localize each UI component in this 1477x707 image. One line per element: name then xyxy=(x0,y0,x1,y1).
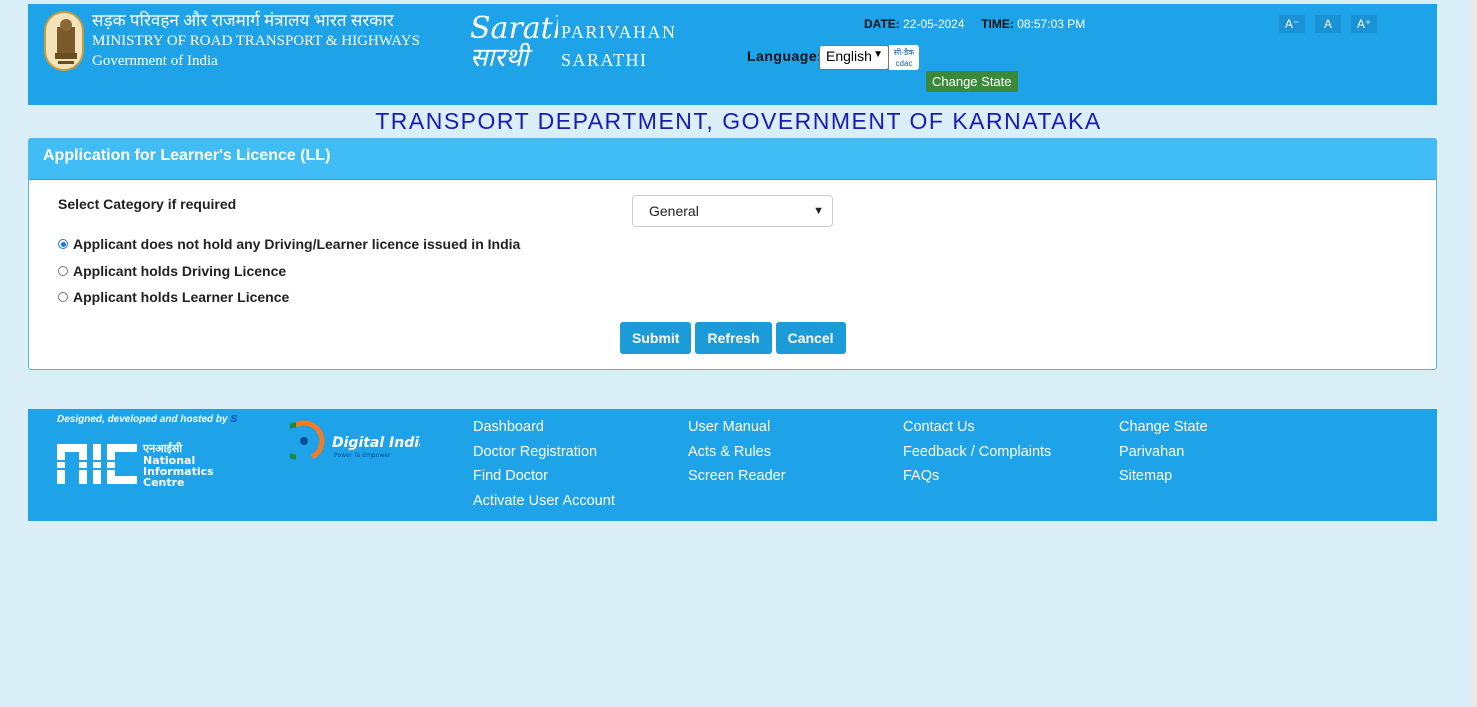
site-header: सड़क परिवहन और राजमार्ग मंत्रालय भारत सर… xyxy=(28,4,1437,105)
chevron-down-icon: ▼ xyxy=(873,49,883,60)
form-actions: Submit Refresh Cancel xyxy=(620,322,846,354)
radio-label: Applicant holds Learner Licence xyxy=(73,289,290,305)
category-label: Select Category if required xyxy=(58,196,237,212)
radio-button-checked[interactable] xyxy=(58,239,68,249)
site-footer: Designed, developed and hosted by S एनआई… xyxy=(28,409,1437,521)
footer-links-col-1: Dashboard Doctor Registration Find Docto… xyxy=(473,415,615,513)
radio-label: Applicant does not hold any Driving/Lear… xyxy=(73,236,521,252)
svg-text:Power To Empower: Power To Empower xyxy=(334,452,391,459)
time-value: 08:57:03 PM xyxy=(1017,17,1086,31)
footer-link-screen-reader[interactable]: Screen Reader xyxy=(688,464,786,489)
radio-label: Applicant holds Driving Licence xyxy=(73,263,287,279)
radio-option-driving-licence[interactable]: Applicant holds Driving Licence xyxy=(58,263,286,279)
brand-line-sarathi: SARATHI xyxy=(561,50,648,70)
date-time: DATE: 22-05-2024 TIME: 08:57:03 PM xyxy=(864,17,1085,31)
language-select[interactable]: English ▼ xyxy=(819,45,889,70)
ministry-hindi: सड़क परिवहन और राजमार्ग मंत्रालय भारत सर… xyxy=(92,11,394,30)
language-value: English xyxy=(826,48,872,64)
font-size-controls: A⁻ A A⁺ xyxy=(1279,15,1377,33)
panel-title: Application for Learner's Licence (LL) xyxy=(29,139,1436,180)
cdac-logo: सी-डैक cdac xyxy=(889,45,919,70)
brand-name: PARIVAHAN SARATHI xyxy=(561,18,677,74)
chevron-down-icon: ▼ xyxy=(813,205,824,217)
footer-link-acts-rules[interactable]: Acts & Rules xyxy=(688,440,786,465)
cancel-button[interactable]: Cancel xyxy=(775,322,846,354)
footer-links-col-3: Contact Us Feedback / Complaints FAQs xyxy=(903,415,1051,489)
radio-option-no-licence[interactable]: Applicant does not hold any Driving/Lear… xyxy=(58,236,520,252)
footer-link-user-manual[interactable]: User Manual xyxy=(688,415,786,440)
svg-text:Centre: Centre xyxy=(143,476,185,488)
ministry-english: MINISTRY OF ROAD TRANSPORT & HIGHWAYS xyxy=(92,33,420,49)
footer-link-find-doctor[interactable]: Find Doctor xyxy=(473,464,615,489)
footer-link-faqs[interactable]: FAQs xyxy=(903,464,1051,489)
svg-text:एनआईसी: एनआईसी xyxy=(142,441,183,455)
national-emblem-logo xyxy=(44,11,84,71)
footer-link-feedback[interactable]: Feedback / Complaints xyxy=(903,440,1051,465)
footer-links-col-4: Change State Parivahan Sitemap xyxy=(1119,415,1208,489)
font-increase-button[interactable]: A⁺ xyxy=(1351,15,1377,33)
svg-text:Digital India: Digital India xyxy=(332,435,420,451)
footer-link-parivahan[interactable]: Parivahan xyxy=(1119,440,1208,465)
vertical-scrollbar[interactable] xyxy=(1471,0,1477,707)
nic-logo: एनआईसी National Informatics Centre xyxy=(57,440,232,489)
submit-button[interactable]: Submit xyxy=(620,322,692,354)
footer-link-dashboard[interactable]: Dashboard xyxy=(473,415,615,440)
government-name: Government of India xyxy=(92,53,218,69)
radio-option-learner-licence[interactable]: Applicant holds Learner Licence xyxy=(58,289,289,305)
footer-links-col-2: User Manual Acts & Rules Screen Reader xyxy=(688,415,786,489)
language-label: Language: xyxy=(747,48,823,64)
category-select[interactable]: General ▼ xyxy=(632,195,833,227)
font-normal-button[interactable]: A xyxy=(1315,15,1341,33)
date-label: DATE: xyxy=(864,17,900,31)
radio-button[interactable] xyxy=(58,266,68,276)
footer-link-change-state[interactable]: Change State xyxy=(1119,415,1208,440)
radio-button[interactable] xyxy=(58,292,68,302)
department-title: TRANSPORT DEPARTMENT, GOVERNMENT OF KARN… xyxy=(375,108,1102,134)
date-value: 22-05-2024 xyxy=(903,17,965,31)
designed-by-suffix: S xyxy=(230,414,238,425)
category-value: General xyxy=(649,203,699,219)
footer-link-sitemap[interactable]: Sitemap xyxy=(1119,464,1208,489)
svg-text:सारथी: सारथी xyxy=(470,42,534,72)
digital-india-logo: Digital India Power To Empower xyxy=(277,415,429,465)
change-state-button[interactable]: Change State xyxy=(926,71,1018,92)
refresh-button[interactable]: Refresh xyxy=(695,322,772,354)
footer-link-contact-us[interactable]: Contact Us xyxy=(903,415,1051,440)
footer-link-activate-user-account[interactable]: Activate User Account xyxy=(473,489,615,514)
application-panel: Application for Learner's Licence (LL) S… xyxy=(28,138,1437,370)
time-label: TIME: xyxy=(981,17,1014,31)
font-decrease-button[interactable]: A⁻ xyxy=(1279,15,1305,33)
brand-line-parivahan: PARIVAHAN xyxy=(561,22,677,42)
sarathi-logo: Sarathi सारथी xyxy=(468,8,582,73)
designed-by-text: Designed, developed and hosted by xyxy=(57,414,228,425)
footer-link-doctor-registration[interactable]: Doctor Registration xyxy=(473,440,615,465)
ministry-name: सड़क परिवहन और राजमार्ग मंत्रालय भारत सर… xyxy=(92,10,420,71)
designed-by: Designed, developed and hosted by S xyxy=(57,414,237,425)
svg-text:Sarathi: Sarathi xyxy=(470,11,558,46)
